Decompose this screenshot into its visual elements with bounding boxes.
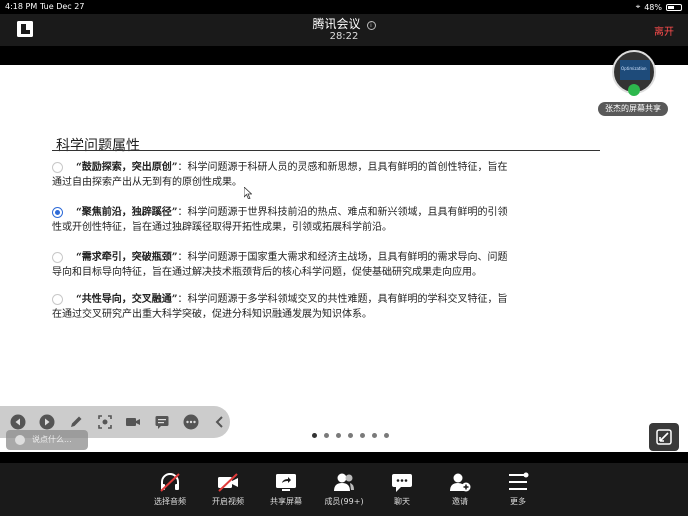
chat-icon	[392, 474, 412, 492]
option-text: “鼓励探索，突出原创”：科学问题源于科研人员的灵感和新思想，且具有鲜明的首创性特…	[52, 160, 600, 190]
next-page-button[interactable]	[37, 412, 57, 432]
ios-status-bar: 4:18 PM Tue Dec 27 ⌖ 48%	[0, 0, 688, 14]
invite-icon	[450, 473, 471, 492]
attribute-option[interactable]: “共性导向，交叉融通”：科学问题源于多学科领域交叉的共性难题，具有鲜明的学科交叉…	[52, 292, 600, 322]
share-screen-button[interactable]: 共享屏幕	[256, 471, 316, 507]
page-dot[interactable]	[384, 433, 389, 438]
video-toggle-button[interactable]: 开启视频	[198, 471, 258, 507]
chevron-left-icon	[215, 416, 223, 428]
mouse-cursor-icon	[244, 187, 252, 199]
capture-icon	[97, 415, 112, 429]
option-lead: “聚焦前沿，独辟蹊径”	[76, 207, 178, 218]
meeting-toolbar: 选择音频 开启视频 共享屏幕 成员(99+) 聊天 邀请 更多	[0, 463, 688, 516]
pen-icon	[70, 416, 82, 427]
page-indicator	[312, 433, 389, 438]
members-button[interactable]: 成员(99+)	[314, 471, 374, 507]
audio-button[interactable]: 选择音频	[140, 471, 200, 507]
page-dot[interactable]	[348, 433, 353, 438]
option-line-1: ：科学问题源于多学科领域交叉的共性难题，具有鲜明的学科交叉特征，旨	[177, 294, 508, 305]
option-text: “共性导向，交叉融通”：科学问题源于多学科领域交叉的共性难题，具有鲜明的学科交叉…	[52, 292, 600, 322]
page-dot[interactable]	[324, 433, 329, 438]
expand-icon	[656, 429, 672, 445]
option-text: “聚焦前沿，独辟蹊径”：科学问题源于世界科技前沿的热点、难点和新兴领域，且具有鲜…	[52, 205, 600, 235]
prev-circle-icon	[10, 414, 26, 430]
chat-label: 聊天	[394, 497, 410, 506]
wifi-icon: ⌖	[635, 2, 641, 11]
page-dot[interactable]	[360, 433, 365, 438]
emoji-icon[interactable]	[15, 435, 25, 445]
participant-screen-text: Optimization	[621, 66, 647, 71]
slide-title-rule	[52, 150, 600, 151]
battery-percent: 48%	[644, 2, 662, 12]
radio-button[interactable]	[52, 162, 63, 173]
status-right: ⌖ 48%	[636, 2, 682, 12]
meeting-title[interactable]: 腾讯会议 i	[0, 15, 688, 32]
microphone-icon	[628, 84, 640, 96]
more-tools-button[interactable]	[181, 412, 201, 432]
invite-label: 邀请	[452, 497, 468, 506]
audio-label: 选择音频	[154, 497, 186, 506]
collapse-toolbar-button[interactable]	[210, 412, 230, 432]
meeting-header: 腾讯会议 i 28:22 离开	[0, 14, 688, 46]
meeting-timer: 28:22	[329, 31, 359, 42]
camera-off-icon	[218, 473, 238, 492]
caption-button[interactable]	[152, 412, 172, 432]
more-icon	[509, 472, 529, 490]
page-dot[interactable]	[336, 433, 341, 438]
fullscreen-button[interactable]	[649, 423, 679, 451]
members-icon	[334, 473, 354, 491]
video-button[interactable]	[124, 412, 144, 432]
option-line-2: 导向和目标导向特征，旨在通过解决技术瓶颈背后的核心科学问题，促使基础研究成果走向…	[52, 267, 482, 278]
more-label: 更多	[510, 497, 526, 506]
status-time: 4:18 PM	[5, 2, 38, 11]
attribute-option[interactable]: “需求牵引，突破瓶颈”：科学问题源于国家重大需求和经济主战场，且具有鲜明的需求导…	[52, 250, 600, 280]
option-line-2: 在通过交叉研究产出重大科学突破，促进分科知识融通发展为知识体系。	[52, 309, 372, 320]
ellipsis-circle-icon	[183, 414, 199, 430]
comment-icon	[155, 416, 169, 429]
radio-button[interactable]	[52, 252, 63, 263]
option-line-1: ：科学问题源于国家重大需求和经济主战场，且具有鲜明的需求导向、问题	[177, 252, 508, 263]
headset-muted-icon	[160, 473, 180, 492]
prev-page-button[interactable]	[8, 412, 28, 432]
share-label: 共享屏幕	[270, 497, 302, 506]
radio-button[interactable]	[52, 294, 63, 305]
info-icon[interactable]: i	[366, 21, 376, 30]
option-lead: “鼓励探索，突出原创”	[76, 162, 178, 173]
share-screen-icon	[276, 474, 296, 491]
shared-screen: 科学问题属性 “鼓励探索，突出原创”：科学问题源于科研人员的灵感和新思想，且具有…	[0, 65, 688, 452]
more-button[interactable]: 更多	[488, 471, 548, 507]
radio-button[interactable]	[52, 207, 63, 218]
page-dot[interactable]	[372, 433, 377, 438]
option-line-2: 通过自由探索产出从无到有的原创性成果。	[52, 177, 242, 188]
attribute-option[interactable]: “聚焦前沿，独辟蹊径”：科学问题源于世界科技前沿的热点、难点和新兴领域，且具有鲜…	[52, 205, 600, 235]
video-camera-icon	[126, 418, 141, 426]
option-text: “需求牵引，突破瓶颈”：科学问题源于国家重大需求和经济主战场，且具有鲜明的需求导…	[52, 250, 600, 280]
chat-button[interactable]: 聊天	[372, 471, 432, 507]
video-label: 开启视频	[212, 497, 244, 506]
leave-button[interactable]: 离开	[654, 23, 674, 38]
participant-label: 张杰的屏幕共享	[598, 102, 668, 116]
option-line-1: ：科学问题源于世界科技前沿的热点、难点和新兴领域，且具有鲜明的引领	[177, 207, 508, 218]
page-dot[interactable]	[312, 433, 317, 438]
invite-button[interactable]: 邀请	[430, 471, 490, 507]
option-lead: “共性导向，交叉融通”	[76, 294, 178, 305]
status-date: Tue Dec 27	[40, 2, 85, 11]
meeting-title-text: 腾讯会议	[312, 17, 361, 31]
option-line-2: 性或开创性特征，旨在通过独辟蹊径取得开拓性成果，引领或拓展科学前沿。	[52, 222, 392, 233]
option-lead: “需求牵引，突破瓶颈”	[76, 252, 178, 263]
next-circle-icon	[39, 414, 55, 430]
screenshot-button[interactable]	[95, 412, 115, 432]
attribute-option[interactable]: “鼓励探索，突出原创”：科学问题源于科研人员的灵感和新思想，且具有鲜明的首创性特…	[52, 160, 600, 190]
option-line-1: ：科学问题源于科研人员的灵感和新思想，且具有鲜明的首创性特征，旨在	[177, 162, 508, 173]
annotate-button[interactable]	[66, 412, 86, 432]
battery-icon	[666, 3, 682, 11]
members-label: 成员(99+)	[324, 497, 364, 506]
slide-title: 科学问题属性	[56, 138, 140, 154]
